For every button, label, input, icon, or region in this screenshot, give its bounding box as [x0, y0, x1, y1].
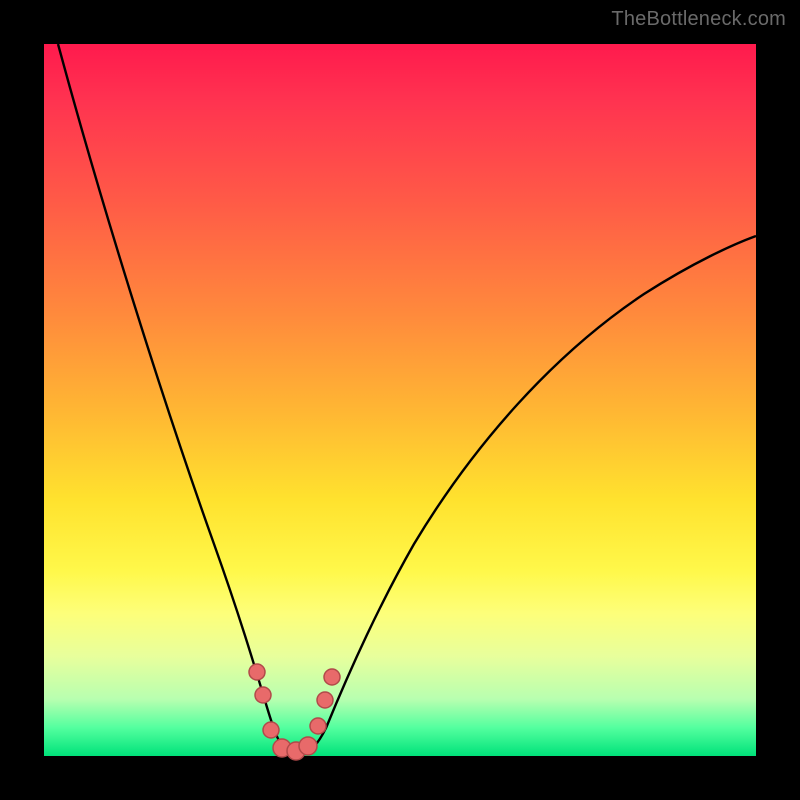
chart-root: { "watermark": "TheBottleneck.com", "col… — [0, 0, 800, 800]
marker-dot — [255, 687, 271, 703]
marker-dot — [317, 692, 333, 708]
marker-dot — [324, 669, 340, 685]
marker-dot — [263, 722, 279, 738]
marker-group — [249, 664, 340, 760]
marker-dot — [299, 737, 317, 755]
watermark-text: TheBottleneck.com — [611, 8, 786, 31]
curve-layer — [44, 44, 756, 756]
marker-dot — [249, 664, 265, 680]
bottleneck-curve — [58, 44, 756, 755]
marker-dot — [310, 718, 326, 734]
